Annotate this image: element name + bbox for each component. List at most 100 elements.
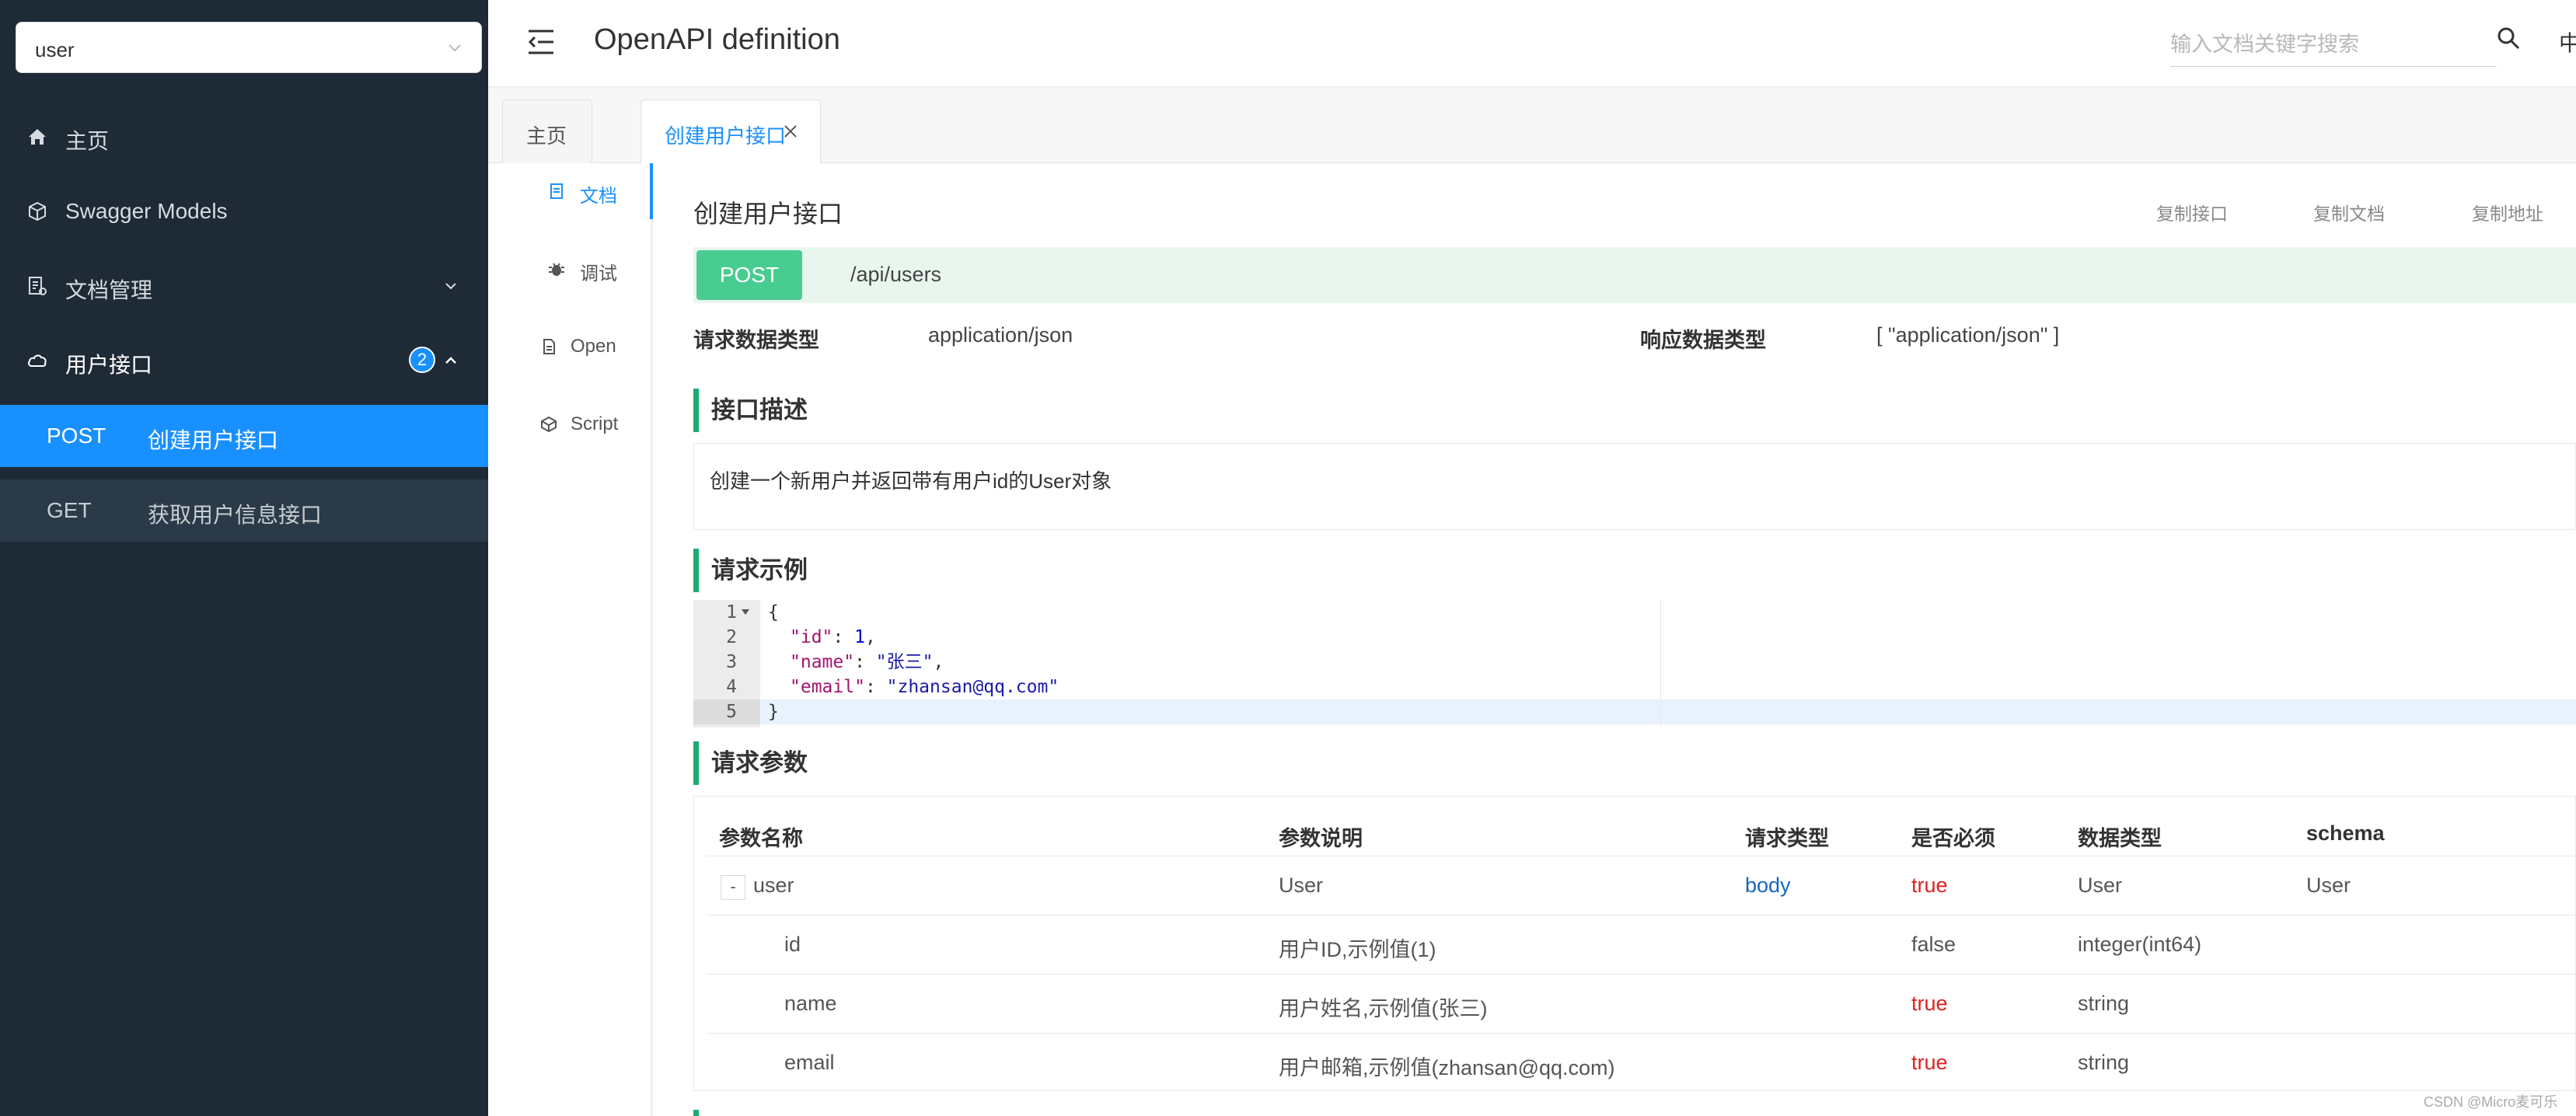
language-switch[interactable]: 中: [2559, 26, 2576, 58]
next-section-marker: [693, 1110, 699, 1116]
copy-doc-button[interactable]: 复制文档: [2313, 199, 2385, 225]
request-type-value: application/json: [928, 323, 1073, 347]
param-type: User: [2078, 874, 2123, 897]
menu-collapse-icon[interactable]: [525, 28, 557, 56]
param-type: integer(int64): [2078, 933, 2202, 956]
line-number: 3: [726, 652, 737, 672]
watermark: CSDN @Micro麦可乐: [2424, 1094, 2558, 1110]
param-desc: User: [1279, 874, 1324, 897]
docnav-item-open[interactable]: Open: [488, 319, 653, 378]
chevron-down-icon: [445, 283, 456, 290]
sidebar-item-docs-manage[interactable]: 文档管理: [0, 249, 488, 323]
param-required: true: [1911, 1051, 1948, 1074]
chevron-up-icon: [445, 357, 456, 364]
section-title-params: 请求参数: [693, 741, 808, 785]
param-required: true: [1911, 992, 1948, 1015]
api-description: 创建一个新用户并返回带有用户id的User对象: [710, 469, 1112, 493]
copy-url-button[interactable]: 复制地址: [2472, 199, 2543, 225]
docnav-item-script[interactable]: Script: [488, 396, 653, 455]
param-required: true: [1911, 874, 1948, 897]
code-line: "id": 1,: [790, 627, 876, 647]
table-row: name 用户姓名,示例值(张三) true string: [707, 974, 2576, 1033]
code-line: "email": "zhansan@qq.com": [790, 677, 1059, 697]
sidebar-item-label: 主页: [65, 129, 110, 153]
close-icon[interactable]: [783, 124, 798, 139]
code-line: }: [768, 702, 779, 722]
params-table: 参数名称 参数说明 请求类型 是否必须 数据类型 schema - user U…: [693, 796, 2576, 1091]
top-header: OpenAPI definition 中: [488, 0, 2576, 87]
sidebar-item-user-api[interactable]: 用户接口 2: [0, 323, 488, 398]
method-tag: POST: [696, 250, 802, 300]
url-bar: POST /api/users: [693, 247, 2576, 303]
param-name: user: [753, 874, 794, 897]
api-title: 创建用户接口: [693, 200, 843, 228]
response-type-value: [ "application/json" ]: [1876, 323, 2060, 347]
bug-icon: [549, 263, 564, 276]
code-editor[interactable]: 1 2 3 4 5 { "id": 1, "name": "张三", "emai…: [693, 600, 2576, 727]
docnav-item-document[interactable]: 文档: [488, 163, 653, 219]
tab-bar: 主页 创建用户接口: [488, 87, 2576, 165]
line-gutter: 1 2 3 4 5: [693, 600, 760, 727]
table-header: 数据类型: [2078, 827, 2162, 850]
sidebar-item-label: 用户接口: [65, 353, 153, 377]
sidebar-subitem-get-user[interactable]: GET 获取用户信息接口: [0, 480, 488, 542]
file-icon: [543, 339, 555, 354]
document-icon: [550, 183, 563, 199]
table-row: - user User body true User User: [707, 856, 2576, 915]
code-line: "name": "张三",: [790, 652, 944, 672]
sidebar-item-home[interactable]: 主页: [0, 99, 488, 174]
sidebar-item-label: Swagger Models: [65, 199, 228, 223]
group-select[interactable]: user: [16, 22, 482, 73]
param-in: body: [1745, 874, 1791, 897]
search-input[interactable]: [2170, 23, 2497, 66]
sidebar-item-label: 文档管理: [65, 278, 153, 302]
line-number: 4: [726, 677, 737, 697]
tab-create-user[interactable]: 创建用户接口: [641, 99, 821, 165]
table-row: id 用户ID,示例值(1) false integer(int64): [707, 915, 2576, 974]
docnav-label: 调试: [580, 263, 617, 284]
code-line: {: [768, 602, 779, 623]
search-box: [2170, 23, 2497, 67]
http-method: POST: [47, 424, 106, 448]
api-name: 获取用户信息接口: [148, 503, 323, 527]
table-header: 请求类型: [1745, 827, 1829, 850]
sidebar-item-swagger-models[interactable]: Swagger Models: [0, 174, 488, 249]
docnav-item-debug[interactable]: 调试: [488, 241, 653, 300]
sidebar-subitem-create-user[interactable]: POST 创建用户接口: [0, 405, 488, 467]
group-select-value: user: [35, 38, 75, 61]
request-type-label: 请求数据类型: [693, 329, 819, 352]
response-type-label: 响应数据类型: [1640, 329, 1766, 352]
table-header: 是否必须: [1911, 827, 1995, 850]
fold-arrow-icon[interactable]: [742, 609, 749, 615]
api-name: 创建用户接口: [148, 428, 279, 452]
http-method: GET: [47, 498, 92, 522]
tab-label: 主页: [526, 124, 567, 148]
copy-api-button[interactable]: 复制接口: [2156, 199, 2228, 225]
sidebar: user 主页 Swagger Models 文档管理 用户接口 2 POST …: [0, 0, 488, 1116]
line-number: 5: [693, 699, 760, 724]
param-type: string: [2078, 1051, 2130, 1074]
docnav-label: Open: [571, 336, 616, 357]
docnav-label: 文档: [580, 186, 617, 207]
param-desc: 用户ID,示例值(1): [1279, 938, 1436, 961]
line-number: 2: [726, 627, 737, 647]
docnav-label: Script: [571, 413, 619, 434]
tab-home[interactable]: 主页: [502, 99, 592, 163]
collapse-toggle[interactable]: -: [721, 875, 745, 900]
doc-nav: 文档 调试 Open Script: [488, 163, 653, 1116]
app-title: OpenAPI definition: [594, 23, 840, 56]
api-path: /api/users: [850, 263, 942, 286]
home-icon: [29, 129, 46, 145]
param-schema: User: [2306, 874, 2351, 897]
count-badge: 2: [409, 347, 435, 373]
chevron-down-icon: [449, 44, 461, 52]
search-icon[interactable]: [2495, 25, 2522, 51]
tab-label: 创建用户接口: [665, 124, 787, 148]
table-row: email 用户邮箱,示例值(zhansan@qq.com) true stri…: [707, 1033, 2576, 1092]
table-header: 参数名称: [719, 827, 803, 850]
script-icon: [541, 416, 557, 433]
models-icon: [29, 201, 46, 221]
cloud-icon: [28, 354, 47, 367]
docs-manage-icon: [29, 277, 47, 295]
param-name: email: [784, 1051, 835, 1074]
